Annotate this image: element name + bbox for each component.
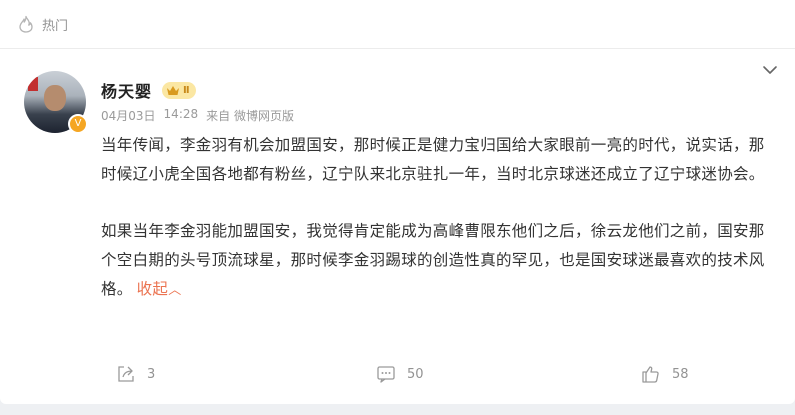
comment-icon xyxy=(377,366,395,383)
chevron-down-icon[interactable] xyxy=(762,64,778,76)
post-content: 当年传闻，李金羽有机会加盟国安，那时候正是健力宝归国给大家眼前一亮的时代，说实话… xyxy=(101,131,777,305)
header-divider xyxy=(0,48,795,49)
collapse-label: 收起 xyxy=(136,280,169,298)
comment-count: 50 xyxy=(407,366,424,382)
post-card: 热门 V 杨天婴 Ⅱ 04月03日 14:28 来自 微博网页版 当年传闻，李金… xyxy=(0,0,795,404)
post-actions: 3 50 58 xyxy=(0,364,795,394)
author-name[interactable]: 杨天婴 xyxy=(101,78,152,102)
verified-badge-icon: V xyxy=(68,114,88,134)
chevron-up-icon: ︿ xyxy=(168,283,182,298)
avatar-flag xyxy=(28,77,38,91)
user-level-label: Ⅱ xyxy=(183,84,190,96)
like-count: 58 xyxy=(672,366,689,382)
post-source: 来自 微博网页版 xyxy=(206,109,294,123)
crown-icon xyxy=(167,85,180,95)
collapse-button[interactable]: 收起︿ xyxy=(137,280,182,298)
avatar-face xyxy=(44,85,66,111)
fire-icon xyxy=(19,15,33,33)
thumbs-up-icon xyxy=(642,366,659,383)
post-meta: 04月03日 14:28 来自 微博网页版 xyxy=(101,107,294,124)
author-avatar[interactable]: V xyxy=(24,71,88,134)
post-paragraph: 如果当年李金羽能加盟国安，我觉得肯定能成为高峰曹限东他们之后，徐云龙他们之前，国… xyxy=(101,217,777,305)
post-paragraph-text: 如果当年李金羽能加盟国安，我觉得肯定能成为高峰曹限东他们之后，徐云龙他们之前，国… xyxy=(101,222,765,298)
repost-button[interactable]: 3 xyxy=(116,364,155,384)
like-button[interactable]: 58 xyxy=(641,364,689,384)
post-date[interactable]: 04月03日 xyxy=(101,107,156,124)
hot-tag[interactable]: 热门 xyxy=(17,12,68,36)
repost-icon xyxy=(118,366,134,382)
repost-count: 3 xyxy=(147,366,156,382)
author-row: 杨天婴 Ⅱ xyxy=(101,78,196,102)
user-level-badge[interactable]: Ⅱ xyxy=(162,81,196,99)
post-time[interactable]: 14:28 xyxy=(164,107,199,124)
comment-button[interactable]: 50 xyxy=(376,364,424,384)
hot-label: 热门 xyxy=(42,18,69,34)
post-paragraph: 当年传闻，李金羽有机会加盟国安，那时候正是健力宝归国给大家眼前一亮的时代，说实话… xyxy=(101,136,765,183)
